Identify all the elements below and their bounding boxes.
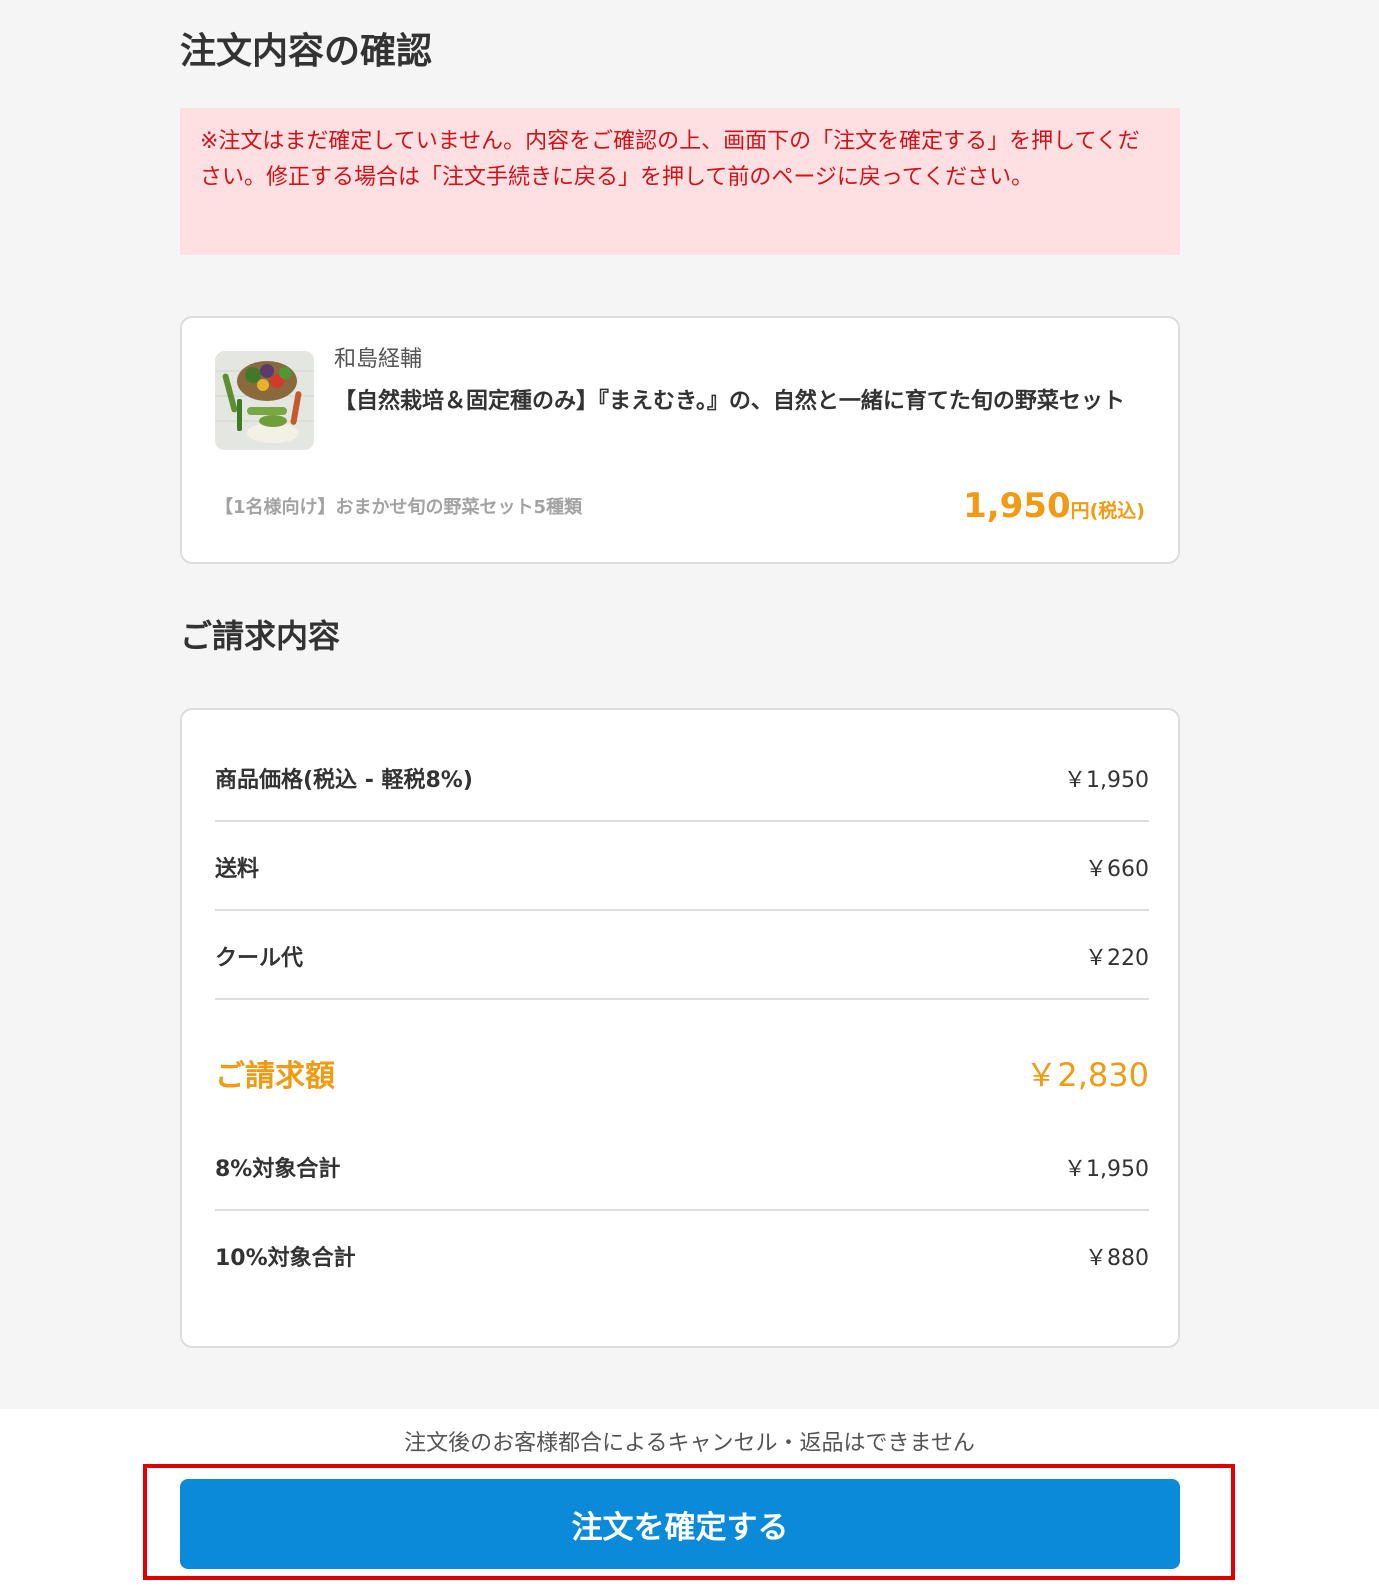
row-label: 送料 bbox=[215, 856, 260, 882]
row-label: クール代 bbox=[215, 945, 304, 971]
billing-row-cool-fee: クール代 ￥220 bbox=[215, 913, 1149, 1000]
unconfirmed-notice: ※注文はまだ確定していません。内容をご確認の上、画面下の「注文を確定する」を押し… bbox=[180, 108, 1180, 255]
total-label: ご請求額 bbox=[215, 1059, 335, 1094]
row-label: 10%対象合計 bbox=[215, 1246, 356, 1271]
row-label: 商品価格(税込 - 軽税8%) bbox=[215, 768, 473, 793]
product-price: 1,950円(税込) bbox=[963, 486, 1145, 526]
vegetable-basket-photo-icon bbox=[215, 351, 314, 450]
producer-name: 和島経輔 bbox=[334, 347, 423, 372]
page-title: 注文内容の確認 bbox=[180, 31, 433, 72]
confirm-order-button[interactable]: 注文を確定する bbox=[180, 1479, 1180, 1569]
price-amount: 1,950 bbox=[963, 486, 1071, 526]
row-label: 8%対象合計 bbox=[215, 1156, 341, 1182]
price-unit: 円(税込) bbox=[1070, 500, 1145, 522]
row-value: ￥1,950 bbox=[1064, 1156, 1149, 1182]
product-name: 【自然栽培＆固定種のみ】『まえむき。』の、自然と一緒に育てた旬の野菜セット bbox=[334, 389, 1125, 414]
order-footer: 注文後のお客様都合によるキャンセル・返品はできません 注文を確定する bbox=[0, 1409, 1379, 1591]
cancel-note: 注文後のお客様都合によるキャンセル・返品はできません bbox=[404, 1431, 975, 1456]
billing-row-shipping: 送料 ￥660 bbox=[215, 824, 1149, 911]
row-value: ￥220 bbox=[1085, 945, 1149, 971]
tax-row-8-percent: 8%対象合計 ￥1,950 bbox=[215, 1124, 1149, 1211]
row-value: ￥880 bbox=[1085, 1246, 1149, 1271]
billing-title: ご請求内容 bbox=[180, 617, 341, 655]
total-value: ￥2,830 bbox=[1025, 1056, 1149, 1094]
row-value: ￥1,950 bbox=[1064, 768, 1149, 793]
product-image bbox=[215, 351, 314, 450]
product-card: 和島経輔 【自然栽培＆固定種のみ】『まえむき。』の、自然と一緒に育てた旬の野菜セ… bbox=[180, 316, 1180, 564]
billing-card: 商品価格(税込 - 軽税8%) ￥1,950 送料 ￥660 クール代 ￥220… bbox=[180, 708, 1180, 1348]
tax-row-10-percent: 10%対象合計 ￥880 bbox=[215, 1213, 1149, 1299]
billing-total: ご請求額 ￥2,830 bbox=[215, 1040, 1149, 1106]
product-variant: 【1名様向け】おまかせ旬の野菜セット5種類 bbox=[215, 497, 583, 518]
row-value: ￥660 bbox=[1085, 856, 1149, 882]
billing-row-item-price: 商品価格(税込 - 軽税8%) ￥1,950 bbox=[215, 736, 1149, 822]
